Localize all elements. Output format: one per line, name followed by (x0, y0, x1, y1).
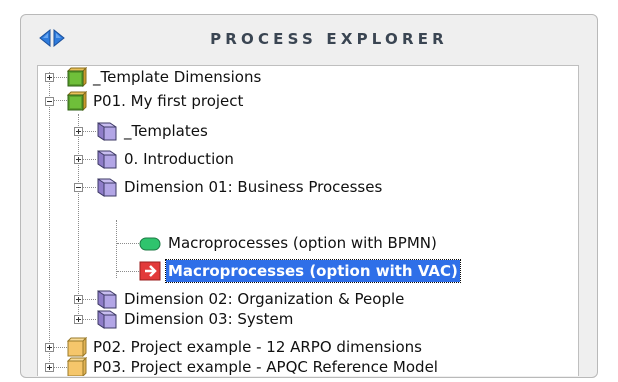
panel-title: PROCESS EXPLORER (210, 30, 448, 48)
tree-item-p03[interactable]: P03. Project example - APQC Reference Mo… (38, 356, 578, 376)
tree-view[interactable]: _Template Dimensions P01. My first proje… (37, 65, 579, 376)
tree-item-label: _Templates (124, 122, 208, 140)
folder-icon (97, 178, 117, 197)
tree-item-label: P01. My first project (93, 92, 244, 110)
tree-item-template-dimensions[interactable]: _Template Dimensions (38, 66, 578, 90)
folder-icon (97, 122, 117, 141)
tree-item-label: P02. Project example - 12 ARPO dimension… (93, 338, 422, 356)
tree-item-dimension-03[interactable]: Dimension 03: System (38, 308, 578, 332)
expand-icon[interactable] (45, 363, 54, 372)
tree-item-templates[interactable]: _Templates (38, 120, 578, 144)
project-cube-icon (67, 67, 87, 87)
expand-icon[interactable] (74, 155, 83, 164)
panel-header: PROCESS EXPLORER (21, 15, 597, 61)
tree-item-label: Dimension 01: Business Processes (124, 178, 383, 196)
folder-icon (97, 150, 117, 169)
collapse-icon[interactable] (45, 97, 54, 106)
expand-icon[interactable] (74, 315, 83, 324)
expand-icon[interactable] (74, 127, 83, 136)
tree-item-label: Macroprocesses (option with VAC) (165, 259, 461, 283)
project-cube-icon (67, 91, 87, 111)
tree-item-introduction[interactable]: 0. Introduction (38, 148, 578, 172)
project-cube-icon (67, 337, 87, 357)
tree-item-label: _Template Dimensions (93, 68, 262, 86)
project-cube-icon (67, 357, 87, 376)
tree-item-label: Dimension 03: System (124, 310, 294, 328)
expand-icon[interactable] (74, 295, 83, 304)
collapse-icon[interactable] (74, 183, 83, 192)
tree-item-label: Macroprocesses (option with BPMN) (168, 234, 437, 252)
expand-icon[interactable] (45, 343, 54, 352)
tree-item-p01[interactable]: P01. My first project (38, 90, 578, 114)
tree-item-macroprocesses-vac[interactable]: Macroprocesses (option with VAC) (38, 259, 578, 284)
tree-item-dimension-01[interactable]: Dimension 01: Business Processes (38, 176, 578, 200)
tree-item-label: Dimension 02: Organization & People (124, 290, 405, 308)
bpmn-process-icon (139, 237, 161, 251)
tree-item-label: 0. Introduction (124, 150, 234, 168)
tree-item-macroprocesses-bpmn[interactable]: Macroprocesses (option with BPMN) (38, 232, 578, 256)
vac-chevron-icon (139, 261, 161, 281)
folder-icon (97, 310, 117, 329)
folder-icon (97, 290, 117, 309)
expand-icon[interactable] (45, 73, 54, 82)
process-explorer-panel: PROCESS EXPLORER _Template Dimensions P0… (20, 14, 598, 378)
tree-item-label: P03. Project example - APQC Reference Mo… (93, 358, 438, 376)
